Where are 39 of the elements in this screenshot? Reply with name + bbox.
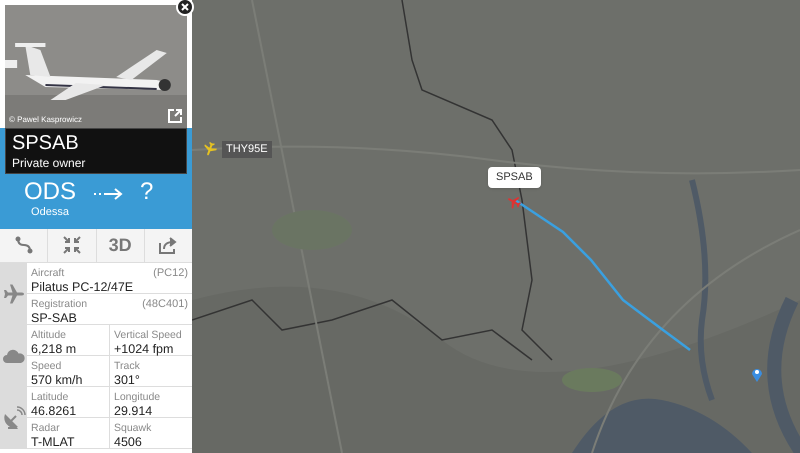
field-value: 6,218 m xyxy=(31,342,78,358)
external-link-icon[interactable] xyxy=(167,108,183,124)
field-value: 570 km/h xyxy=(31,372,84,388)
airplane-icon xyxy=(2,282,26,306)
field-value: 46.8261 xyxy=(31,404,78,420)
satellite-dish-icon xyxy=(2,406,26,430)
aircraft-callout: SPSAB xyxy=(488,167,541,188)
close-icon xyxy=(181,3,189,11)
field-label: Squawk xyxy=(114,422,152,435)
field-value: Pilatus PC-12/47E xyxy=(31,280,134,296)
field-value: 29.914 xyxy=(114,404,154,420)
callsign: SPSAB xyxy=(12,131,80,156)
aircraft-label: THY95E xyxy=(222,141,272,158)
field-label: Radar xyxy=(31,422,60,435)
share-icon xyxy=(158,235,178,255)
field-label: Latitude xyxy=(31,390,68,404)
field-value: SP-SAB xyxy=(31,311,78,327)
field-label: Track xyxy=(114,360,140,373)
origin-city: Odessa xyxy=(31,205,69,220)
photo-credit: © Pawel Kasprowicz xyxy=(9,114,82,126)
collapse-icon xyxy=(62,235,82,255)
operator: Private owner xyxy=(12,156,86,171)
destination-code: ? xyxy=(140,180,154,204)
origin-code: ODS xyxy=(24,180,76,204)
field-value: 301° xyxy=(114,372,141,388)
field-value: T-MLAT xyxy=(31,434,76,450)
field-label: Vertical Speed xyxy=(114,328,182,342)
field-code: (48C401) xyxy=(142,298,188,312)
field-value: +1024 fpm xyxy=(114,342,174,358)
field-label: Longitude xyxy=(114,390,160,404)
arrow-icon xyxy=(92,186,124,202)
field-code: (PC12) xyxy=(153,266,188,280)
field-label: Registration xyxy=(31,298,88,312)
field-value: 4506 xyxy=(114,434,143,450)
field-label: Speed xyxy=(31,360,62,373)
route-icon xyxy=(14,235,34,255)
field-label: Altitude xyxy=(31,328,66,342)
location-pin-icon[interactable] xyxy=(751,366,763,382)
field-label: Aircraft xyxy=(31,266,64,280)
